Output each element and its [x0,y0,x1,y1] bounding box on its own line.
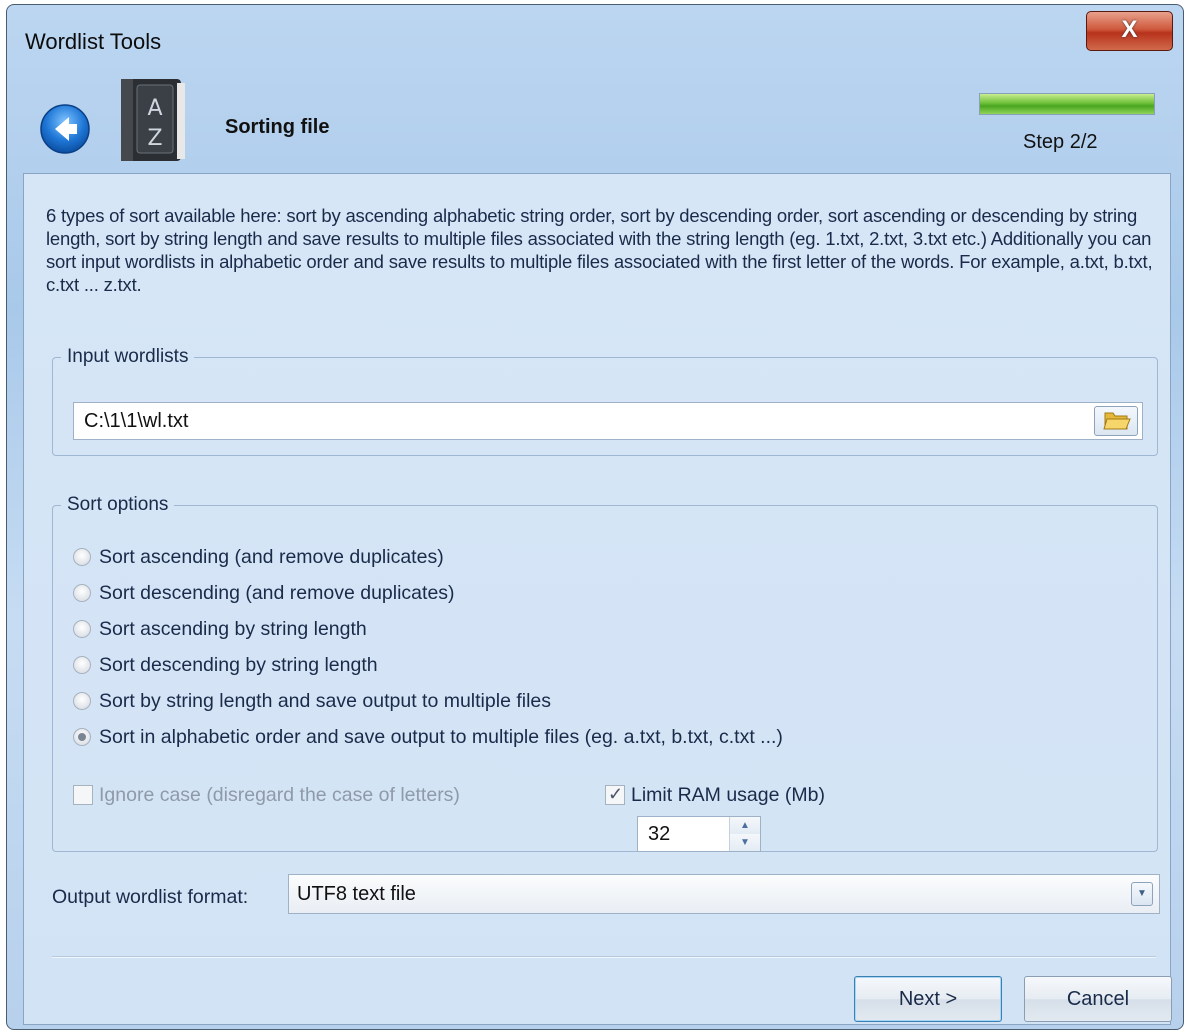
ignore-case-checkbox [73,785,93,805]
spinner-buttons: ▲ ▼ [729,817,760,851]
book-letter-z: Z [147,126,162,151]
page-title: Sorting file [225,116,330,138]
folder-open-icon [1103,412,1131,430]
sort-options-group: Sort options Sort ascending (and remove … [52,494,1158,852]
sort-option-ascending[interactable]: Sort ascending (and remove duplicates) [73,542,444,572]
next-button[interactable]: Next > [854,976,1002,1022]
limit-ram-label: Limit RAM usage (Mb) [631,783,825,806]
back-arrow-icon[interactable] [39,103,91,155]
input-file-value: C:\1\1\wl.txt [84,410,189,432]
divider [52,956,1156,958]
wordlist-tools-window: Wordlist Tools X A Z Sorting file Step 2… [6,4,1184,1030]
output-format-value: UTF8 text file [297,883,416,905]
output-format-label: Output wordlist format: [52,886,249,908]
sort-option-alphabetic-multiple-files[interactable]: Sort in alphabetic order and save output… [73,722,783,752]
radio-button[interactable] [73,584,91,602]
book-az-icon: A Z [121,79,185,161]
step-indicator: Step 2/2 [1023,131,1098,153]
input-wordlists-group: Input wordlists C:\1\1\wl.txt [52,346,1158,456]
spin-up-icon[interactable]: ▲ [730,817,760,834]
ignore-case-option: Ignore case (disregard the case of lette… [73,780,460,810]
output-format-select[interactable]: UTF8 text file ▼ [288,874,1160,914]
ram-limit-spinner[interactable]: 32 ▲ ▼ [637,816,761,852]
sort-option-label: Sort descending by string length [99,653,378,676]
progress-fill [980,94,1154,114]
sort-option-ascending-length[interactable]: Sort ascending by string length [73,614,367,644]
sort-options-legend: Sort options [67,494,169,515]
sort-option-label: Sort by string length and save output to… [99,689,552,712]
radio-button-selected[interactable] [73,728,91,746]
sort-option-label: Sort in alphabetic order and save output… [99,725,783,748]
browse-button[interactable] [1094,406,1138,436]
sort-option-label: Sort descending (and remove duplicates) [99,581,455,604]
sort-option-label: Sort ascending (and remove duplicates) [99,545,444,568]
sort-option-descending-length[interactable]: Sort descending by string length [73,650,378,680]
window-title: Wordlist Tools [25,29,162,54]
radio-button[interactable] [73,692,91,710]
sort-option-descending[interactable]: Sort descending (and remove duplicates) [73,578,455,608]
limit-ram-option[interactable]: Limit RAM usage (Mb) [605,780,825,810]
sort-option-label: Sort ascending by string length [99,617,367,640]
chevron-down-icon[interactable]: ▼ [1131,882,1153,906]
spin-down-icon[interactable]: ▼ [730,834,760,851]
step-progress-bar [979,93,1155,115]
ignore-case-label: Ignore case (disregard the case of lette… [99,783,460,806]
cancel-button[interactable]: Cancel [1024,976,1172,1022]
radio-button[interactable] [73,656,91,674]
limit-ram-checkbox[interactable] [605,784,625,805]
sort-option-length-multiple-files[interactable]: Sort by string length and save output to… [73,686,551,716]
close-button[interactable]: X [1086,11,1173,51]
input-wordlists-legend: Input wordlists [67,346,189,367]
content-panel: 6 types of sort available here: sort by … [23,173,1172,1025]
radio-button[interactable] [73,548,91,566]
description-text: 6 types of sort available here: sort by … [46,205,1153,295]
book-letter-a: A [147,96,162,121]
input-file-field[interactable]: C:\1\1\wl.txt [73,402,1143,440]
ram-limit-value: 32 [648,823,671,845]
radio-button[interactable] [73,620,91,638]
